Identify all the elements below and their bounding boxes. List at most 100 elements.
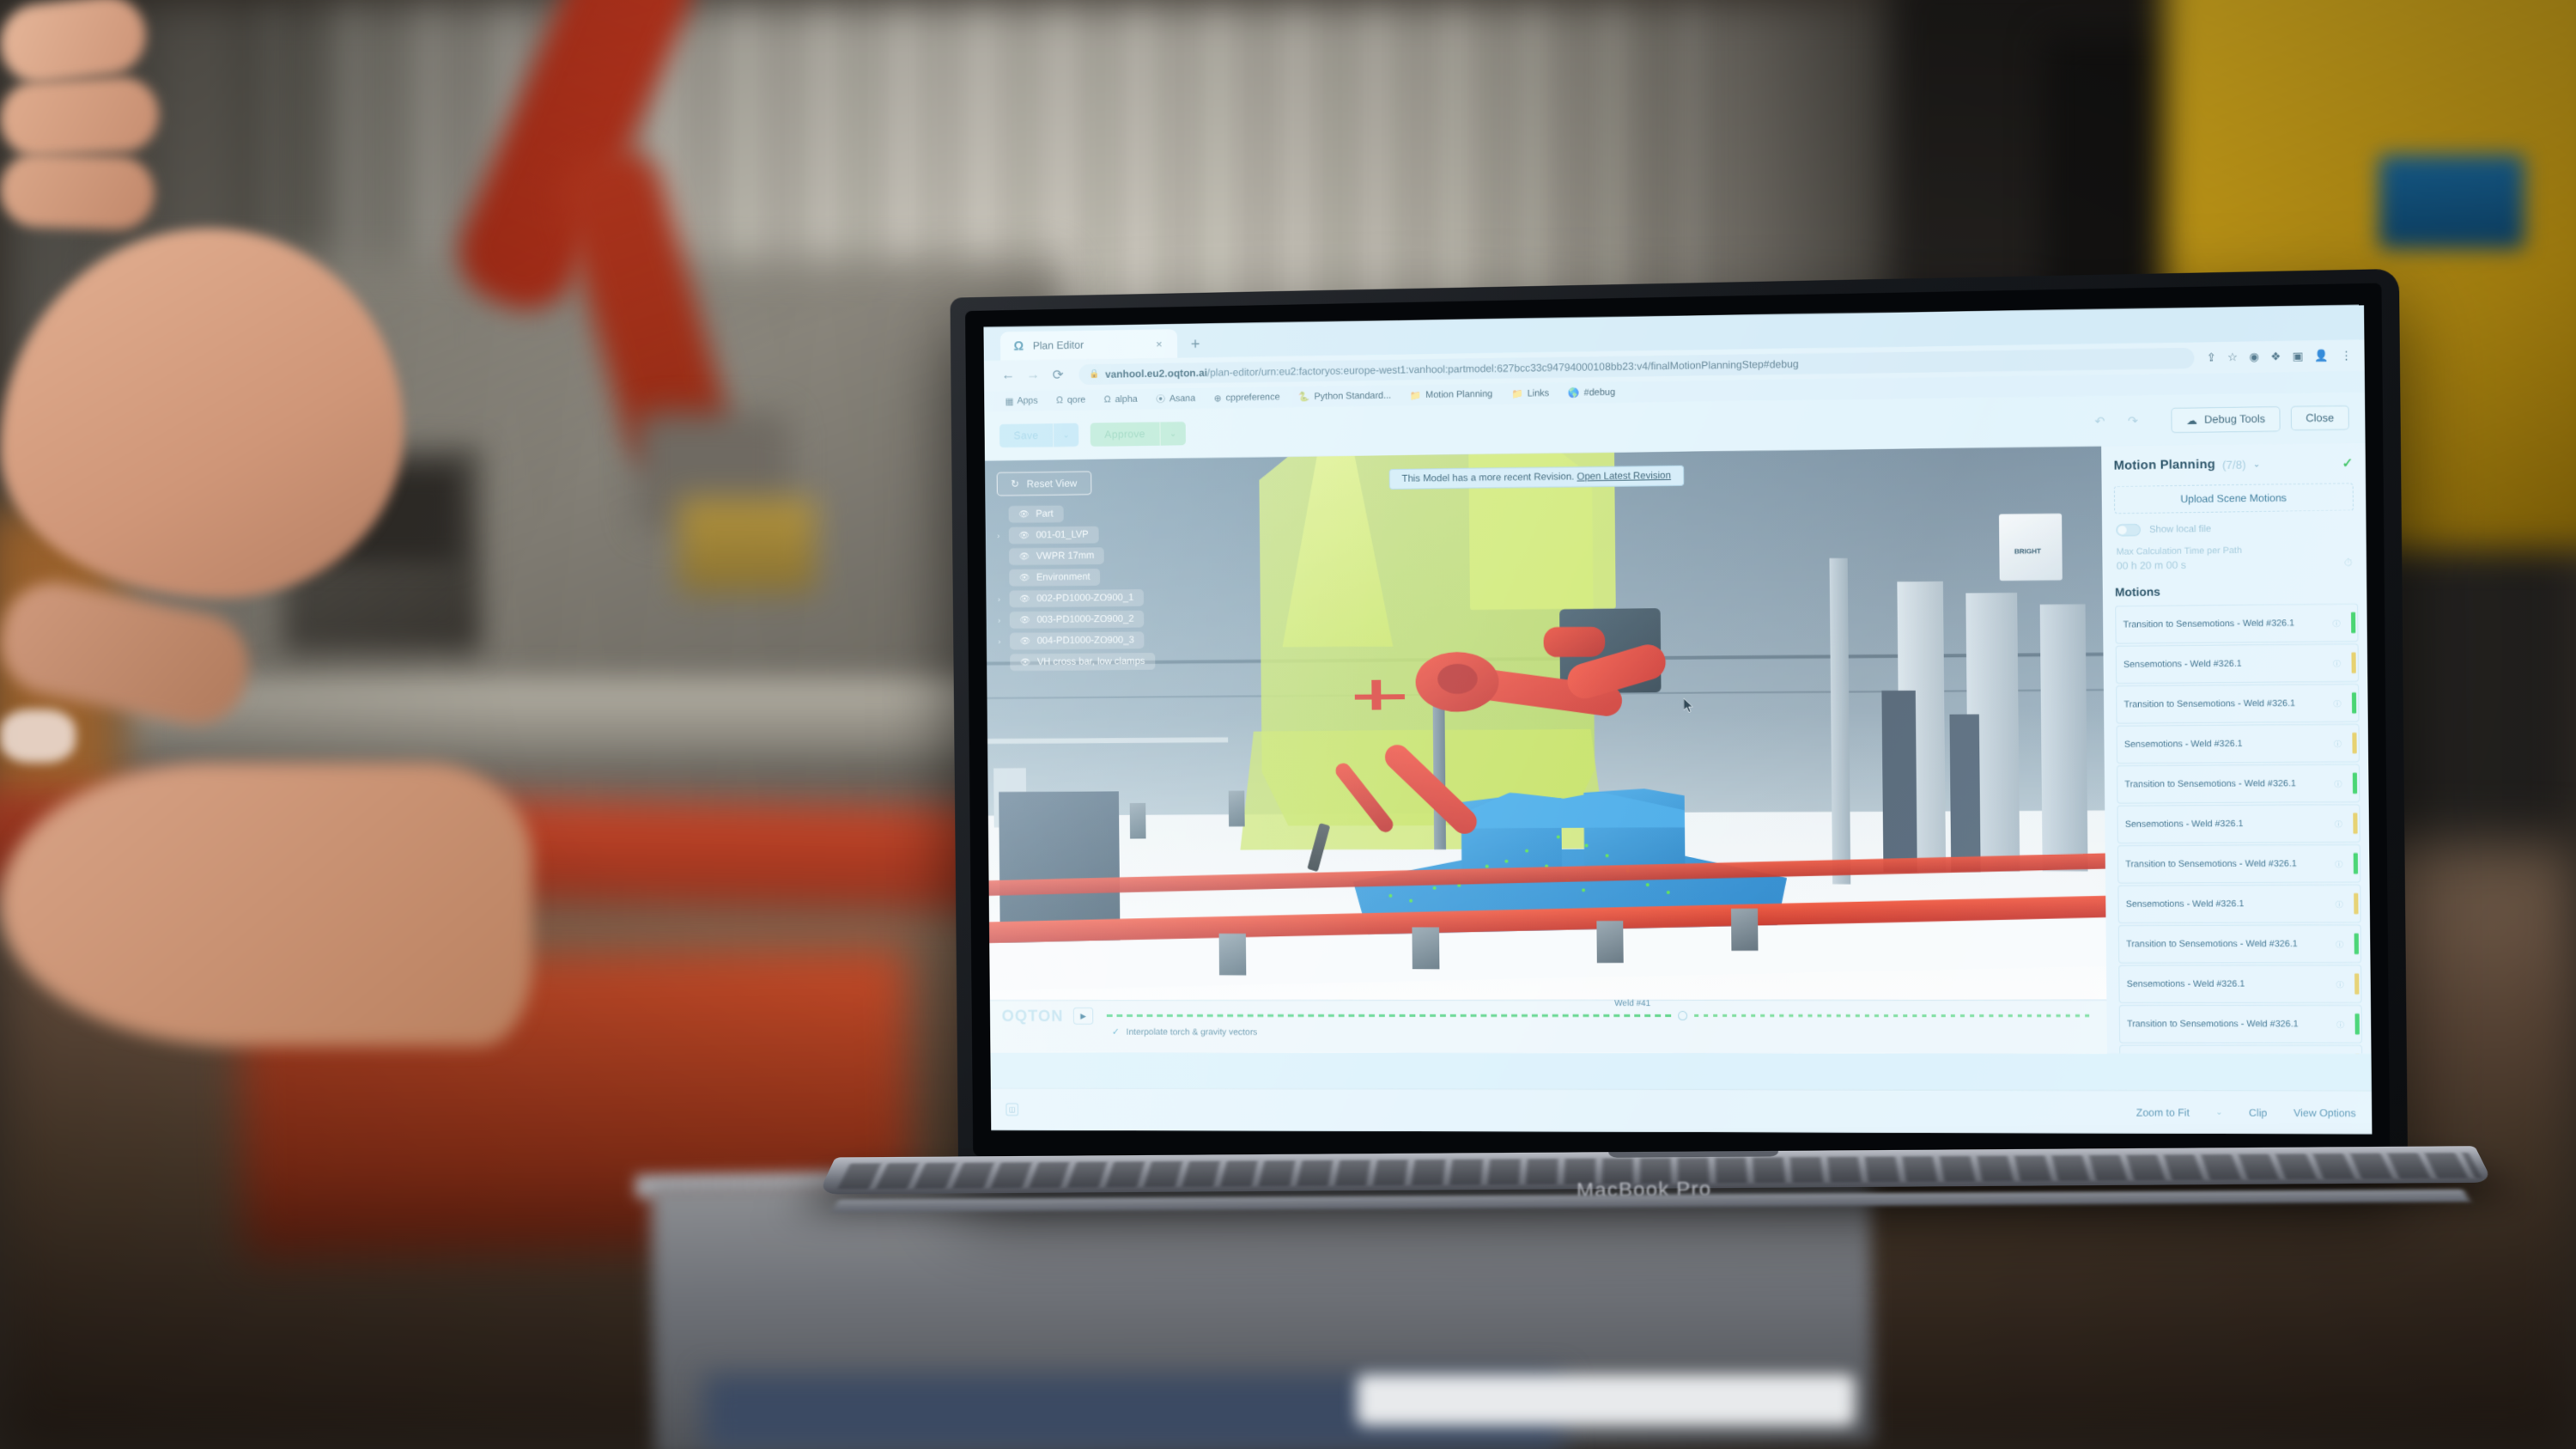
profile-icon[interactable]: 👤 [2315,349,2330,362]
bookmark-apps[interactable]: ▦ Apps [996,395,1048,407]
eye-icon[interactable]: 👁 [1018,509,1029,519]
tree-row[interactable]: 👁 VWPR 17mm [997,547,1154,566]
tree-row[interactable]: › 👁 002-PD1000-ZO900_1 [998,589,1155,608]
timeline-playhead[interactable] [1678,1011,1688,1021]
new-tab-button[interactable]: + [1177,335,1213,357]
eye-icon[interactable]: 👁 [1019,552,1030,562]
eye-icon[interactable]: 👁 [1020,636,1030,646]
expand-caret-icon[interactable]: › [998,595,1005,604]
tree-row[interactable]: 👁 Environment [998,568,1155,587]
info-icon[interactable]: ⓘ [2336,938,2348,949]
reset-view-button[interactable]: ↻ Reset View [996,471,1091,496]
panel-header[interactable]: Motion Planning (7/8) ⌄ ✓ [2101,442,2366,482]
bookmark-asana[interactable]: ⦿ Asana [1146,392,1205,406]
max-calc-time-field[interactable]: 00 h 20 m 00 s ⏱ [2102,554,2366,584]
tree-item-004-pd1000[interactable]: 👁 004-PD1000-ZO900_3 [1009,631,1145,650]
motion-row[interactable]: Transition to Sensemotions - Weld #326.1… [2115,603,2359,644]
motion-row[interactable]: Sensemotions - Weld #326.1ⓘ [2115,643,2360,685]
clip-button[interactable]: Clip [2249,1106,2267,1118]
info-icon[interactable]: ⓘ [2333,697,2345,709]
show-local-file-row[interactable]: Show local file [2102,521,2366,547]
motion-row[interactable]: Sensemotions - Weld #326.1ⓘ [2117,804,2360,843]
puzzle-icon[interactable]: ❖ [2270,350,2281,363]
zoom-to-fit-button[interactable]: Zoom to Fit [2136,1106,2190,1118]
interpolate-checkbox[interactable]: ✓ Interpolate torch & gravity vectors [1112,1026,1258,1038]
bookmark-motion-planning[interactable]: 📁 Motion Planning [1400,388,1502,401]
save-button-group[interactable]: Save ⌄ [999,423,1079,448]
info-icon[interactable]: ⓘ [2333,657,2345,668]
browser-tab-plan-editor[interactable]: Ω Plan Editor × [999,329,1178,361]
info-icon[interactable]: ⓘ [2335,858,2347,869]
tree-item-vwpr-17mm[interactable]: 👁 VWPR 17mm [1008,547,1105,566]
clip-dropdown-icon[interactable]: ⌄ [2216,1107,2223,1117]
bookmark-debug[interactable]: 🌎 #debug [1558,387,1625,399]
bookmark-python[interactable]: 🐍 Python Standard... [1289,390,1400,403]
bookmark-alpha[interactable]: Ωalpha [1095,394,1147,405]
info-icon[interactable]: ⓘ [2334,777,2346,788]
tree-item-environment[interactable]: 👁 Environment [1009,568,1101,587]
bookmark-cppreference[interactable]: ⊕ cppreference [1205,392,1289,404]
tree-item-vh-cross-bar[interactable]: 👁 VH cross bar, low clamps [1010,653,1156,672]
motion-row[interactable]: Sensemotions - Weld #326.1ⓘ [2116,723,2360,764]
eye-icon[interactable]: 👁 [1019,615,1030,624]
share-icon[interactable]: ⇪ [2207,350,2216,364]
open-latest-revision-link[interactable]: Open Latest Revision [1577,471,1671,482]
play-button[interactable]: ▶ [1072,1008,1094,1025]
tree-row[interactable]: › 👁 001-01_LVP [997,526,1154,545]
3d-viewport[interactable]: BRIGHT This Model has a more recent Revi… [984,446,2107,1054]
undo-icon[interactable]: ↶ [2094,413,2105,428]
bookmark-links[interactable]: 📁 Links [1502,387,1558,399]
back-button[interactable]: ← [995,368,1020,383]
chevron-down-icon[interactable]: ⌄ [2253,460,2261,469]
approve-dropdown-icon[interactable]: ⌄ [1159,421,1187,446]
motion-row[interactable]: Sensemotions - Weld #326.1ⓘ [2119,1044,2363,1054]
timeline-track[interactable]: Weld #41 [1106,999,2095,1021]
expand-caret-icon[interactable]: › [997,532,1005,540]
info-icon[interactable]: ⓘ [2334,738,2346,749]
star-icon[interactable]: ☆ [2227,350,2238,364]
close-icon[interactable]: × [1154,338,1163,350]
eye-icon[interactable]: 👁 [1019,573,1030,582]
redo-icon[interactable]: ↷ [2128,413,2138,428]
motion-row[interactable]: Transition to Sensemotions - Weld #326.1… [2117,764,2360,804]
eye-icon[interactable]: 👁 [1020,658,1030,667]
sidepanel-icon[interactable]: ▣ [2293,350,2304,363]
tree-item-003-pd1000[interactable]: 👁 003-PD1000-ZO900_2 [1009,610,1145,629]
motion-row[interactable]: Sensemotions - Weld #326.1ⓘ [2118,965,2362,1003]
save-button[interactable]: Save [999,423,1053,448]
menu-dots-icon[interactable]: ⋮ [2341,349,2353,362]
info-icon[interactable]: ⓘ [2336,978,2348,989]
info-icon[interactable]: ⓘ [2332,617,2344,628]
motion-row[interactable]: Transition to Sensemotions - Weld #326.1… [2117,924,2362,964]
close-button[interactable]: Close [2290,405,2349,431]
eye-icon[interactable]: 👁 [1018,531,1029,540]
tree-row[interactable]: › 👁 004-PD1000-ZO900_3 [998,631,1155,650]
bookmark-qore[interactable]: Ωqore [1047,395,1095,406]
expand-caret-icon[interactable]: › [998,616,1005,624]
motion-row[interactable]: Transition to Sensemotions - Weld #326.1… [2117,843,2361,884]
tree-row[interactable]: 👁 VH cross bar, low clamps [999,653,1156,672]
extension-icon[interactable]: ◉ [2249,350,2259,364]
motion-row[interactable]: Transition to Sensemotions - Weld #326.1… [2116,683,2360,724]
tree-item-part[interactable]: 👁 Part [1008,505,1064,523]
approve-button[interactable]: Approve [1090,422,1160,447]
info-icon[interactable]: ⓘ [2336,1019,2348,1030]
motion-row[interactable]: Transition to Sensemotions - Weld #326.1… [2118,1004,2363,1044]
forward-button[interactable]: → [1021,368,1046,383]
info-icon[interactable]: ⓘ [2335,818,2347,829]
eye-icon[interactable]: 👁 [1019,594,1030,604]
save-dropdown-icon[interactable]: ⌄ [1052,423,1079,447]
view-options-button[interactable]: View Options [2293,1106,2356,1118]
motion-row[interactable]: Sensemotions - Weld #326.1ⓘ [2117,884,2361,923]
tree-item-002-pd1000[interactable]: 👁 002-PD1000-ZO900_1 [1009,589,1145,608]
debug-tools-button[interactable]: ☁ Debug Tools [2171,405,2281,433]
tree-row[interactable]: › 👁 003-PD1000-ZO900_2 [998,610,1155,629]
upload-scene-motions-button[interactable]: Upload Scene Motions [2113,483,2354,514]
tree-item-001-01-lvp[interactable]: 👁 001-01_LVP [1008,526,1099,545]
motions-list[interactable]: Transition to Sensemotions - Weld #326.1… [2103,603,2372,1054]
approve-button-group[interactable]: Approve ⌄ [1090,421,1187,447]
panel-toggle-icon[interactable]: ◫ [1005,1103,1019,1117]
expand-caret-icon[interactable]: › [998,637,1005,646]
clock-icon[interactable]: ⏱ [2344,557,2353,569]
show-local-file-toggle[interactable] [2116,523,2142,537]
